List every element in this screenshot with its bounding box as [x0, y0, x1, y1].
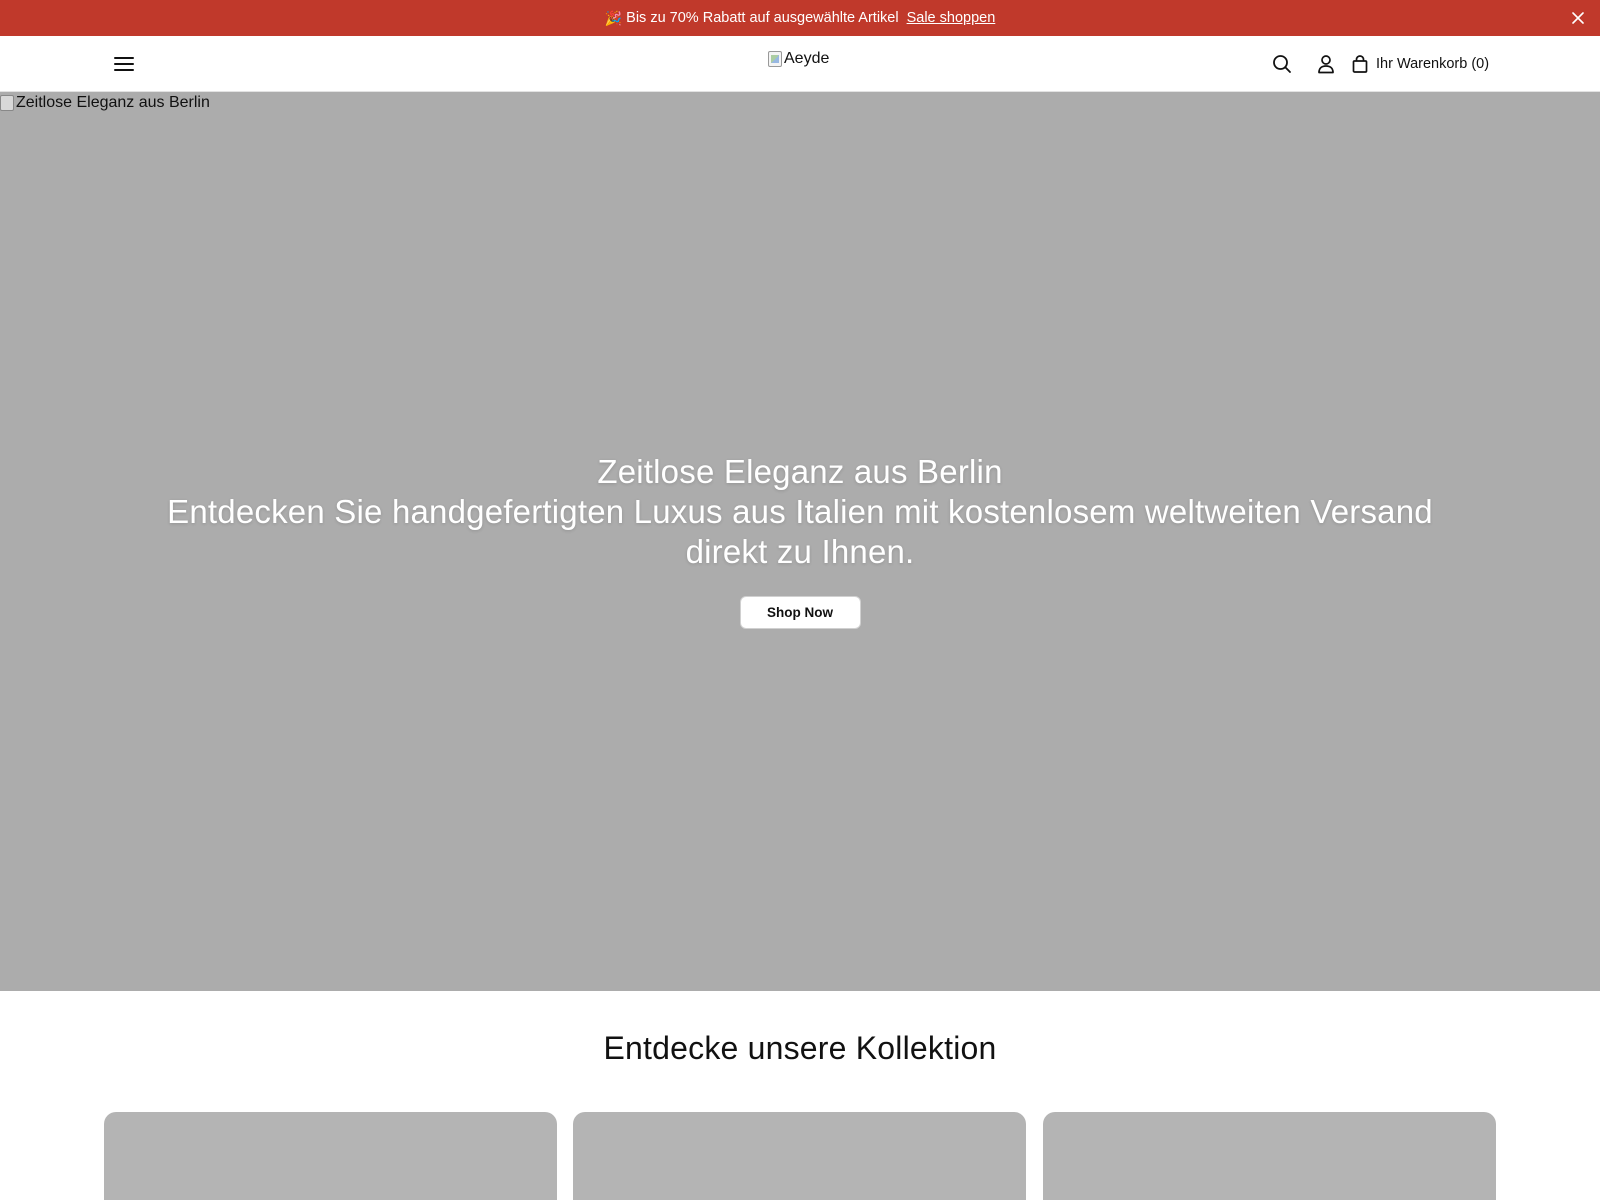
- hero-subtitle: Entdecken Sie handgefertigten Luxus aus …: [167, 493, 1433, 570]
- site-header: Aeyde Ihr Warenkorb (0): [0, 36, 1600, 92]
- close-icon: [1572, 12, 1584, 24]
- collection-card[interactable]: [104, 1112, 557, 1200]
- hero-image: Zeitlose Eleganz aus Berlin: [0, 94, 210, 112]
- user-icon: [1318, 55, 1334, 74]
- broken-image-icon: [0, 95, 14, 111]
- shop-now-button[interactable]: Shop Now: [739, 596, 861, 629]
- collection-title: Entdecke unsere Kollektion: [603, 1030, 997, 1066]
- search-button[interactable]: [1271, 53, 1293, 75]
- shopping-bag-icon: [1352, 55, 1368, 73]
- cart-button[interactable]: Ihr Warenkorb (0): [1352, 52, 1489, 76]
- hamburger-menu-icon: [114, 57, 134, 71]
- announcement-text: Bis zu 70% Rabatt auf ausgewählte Artike…: [626, 10, 899, 26]
- hero-content: Zeitlose Eleganz aus Berlin Entdecken Si…: [0, 452, 1600, 629]
- search-icon: [1273, 55, 1291, 73]
- logo-alt-text: Aeyde: [784, 50, 830, 67]
- site-logo[interactable]: Aeyde: [768, 50, 829, 68]
- sale-link[interactable]: Sale shoppen: [907, 10, 996, 26]
- hero-title: Zeitlose Eleganz aus Berlin: [597, 453, 1003, 490]
- hero-image-alt-text: Zeitlose Eleganz aus Berlin: [16, 94, 210, 111]
- close-announcement-button[interactable]: [1568, 8, 1588, 28]
- hero-banner: Zeitlose Eleganz aus Berlin Zeitlose Ele…: [0, 92, 1600, 991]
- menu-button[interactable]: [112, 53, 136, 75]
- cart-label: Ihr Warenkorb (0): [1376, 56, 1490, 72]
- broken-image-icon: [768, 51, 782, 67]
- announcement-bar: 🎉 Bis zu 70% Rabatt auf ausgewählte Arti…: [0, 0, 1600, 36]
- account-button[interactable]: [1315, 53, 1337, 75]
- collection-card[interactable]: [1043, 1112, 1496, 1200]
- collection-card[interactable]: [573, 1112, 1026, 1200]
- party-popper-icon: 🎉: [604, 9, 623, 26]
